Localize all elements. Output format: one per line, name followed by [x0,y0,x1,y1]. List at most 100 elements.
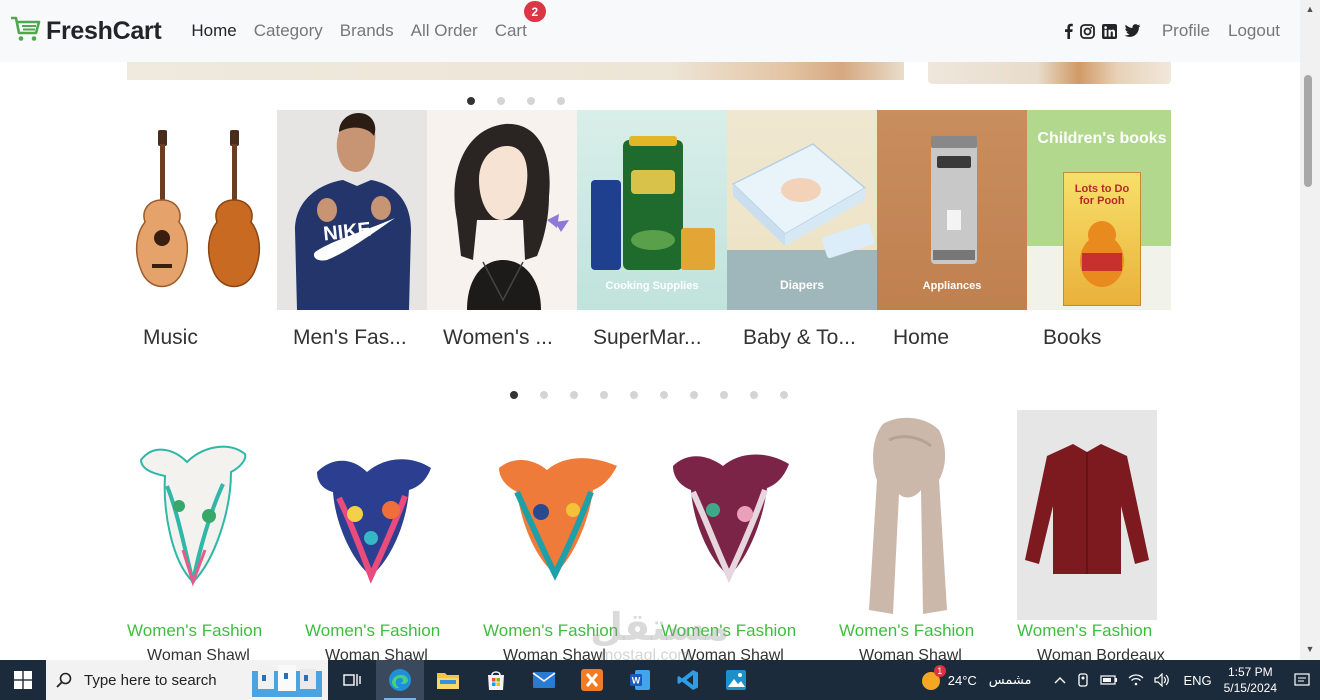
slider-dot[interactable] [510,391,518,399]
product-image [839,410,979,620]
meet-now-icon[interactable] [1076,673,1090,687]
category-card[interactable]: NIKE Men's Fas... [277,110,427,350]
search-icon [56,672,72,688]
linkedin-icon[interactable] [1101,23,1117,39]
scroll-up-arrow-icon[interactable]: ▲ [1300,2,1320,16]
brand-logo[interactable]: FreshCart [10,15,162,48]
slider-dot[interactable] [570,391,578,399]
system-tray: 1 24°C مشمس ENG 1:57 PM 5/15/2024 [920,660,1320,700]
search-placeholder: Type here to search [84,671,217,689]
product-image [483,410,623,620]
category-image-guitar [127,110,277,310]
slider-dot[interactable] [527,97,535,105]
book-title: Lots to Do for Pooh [1074,183,1130,207]
cart-count-badge: 2 [523,1,546,22]
file-explorer-icon[interactable] [424,660,472,700]
product-card[interactable]: Women's Fashion Woman Shawl [127,410,267,660]
nav-brands[interactable]: Brands [340,19,394,43]
battery-icon[interactable] [1100,675,1118,685]
slider-dot[interactable] [720,391,728,399]
instagram-icon[interactable] [1079,23,1095,39]
social-links [1064,23,1141,39]
taskbar-clock[interactable]: 1:57 PM 5/15/2024 [1224,664,1277,696]
watermark-logo: مستقل [590,607,729,649]
chevron-up-icon[interactable] [1054,676,1066,684]
windows-start-icon[interactable] [0,660,46,700]
svg-text:W: W [632,676,641,686]
product-title: Woman Shawl [859,647,962,660]
category-image-nike-hoodie: NIKE [277,110,427,310]
category-card[interactable]: Cooking Supplies SuperMar... [577,110,727,350]
product-category: Women's Fashion [127,621,263,640]
product-title: Woman Shawl [325,647,428,660]
slider-dot[interactable] [660,391,668,399]
category-image-cooking-supplies: Cooking Supplies [577,110,727,310]
weather-widget[interactable]: 1 24°C مشمس [920,665,1031,691]
nav-home[interactable]: Home [191,19,236,43]
twitter-icon[interactable] [1124,24,1141,38]
nav-logout[interactable]: Logout [1228,19,1280,43]
slider-dot[interactable] [780,391,788,399]
category-card[interactable]: Music [127,110,277,350]
category-image-coffee-machine: Appliances [877,110,1027,310]
scroll-thumb[interactable] [1304,75,1312,187]
clock-date: 5/15/2024 [1223,681,1277,695]
notifications-icon[interactable] [1294,672,1310,688]
wifi-icon[interactable] [1128,674,1144,686]
cart-logo-icon [10,15,42,48]
xampp-icon[interactable] [568,660,616,700]
main-slider-dots [467,97,565,105]
nav-cart[interactable]: Cart 2 [494,1,546,43]
microsoft-store-icon[interactable] [472,660,520,700]
nav-profile[interactable]: Profile [1162,19,1210,43]
nav-category[interactable]: Category [254,19,323,43]
page-scrollbar[interactable]: ▲ ▼ [1300,0,1320,660]
weather-temp: 24°C [947,672,977,688]
nav-links: Home Category Brands All Order Cart 2 [191,1,546,43]
category-card[interactable]: Diapers Baby & To... [727,110,877,350]
slider-dot[interactable] [690,391,698,399]
category-image-childrens-book: Children's books Lots to Do for Pooh [1027,110,1171,310]
slider-dot[interactable] [497,97,505,105]
taskbar-search-input[interactable]: Type here to search [46,660,328,700]
product-image [661,410,801,620]
product-card[interactable]: Women's Fashion Woman Shawl [839,410,979,660]
category-name: Home [893,326,950,349]
product-card[interactable]: Women's Fashion Woman Bordeaux [1017,410,1165,660]
category-slider: Music NIKE Men's Fas... Women's ... Cook… [127,110,1171,360]
facebook-icon[interactable] [1064,23,1073,39]
slider-dot[interactable] [600,391,608,399]
weather-badge: 1 [933,665,946,677]
image-editor-icon[interactable] [712,660,760,700]
book-cover: Lots to Do for Pooh [1063,172,1141,306]
category-name: Baby & To... [743,326,856,349]
vscode-icon[interactable] [664,660,712,700]
windows-taskbar: Type here to search W 1 24°C مشمس ENG 1:… [0,660,1320,700]
language-indicator[interactable]: ENG [1183,673,1211,688]
slider-dot[interactable] [540,391,548,399]
word-icon[interactable]: W [616,660,664,700]
product-card[interactable]: Women's Fashion Woman Shawl [661,410,801,660]
slider-dot[interactable] [557,97,565,105]
slider-dot[interactable] [630,391,638,399]
category-card[interactable]: Women's ... [427,110,577,350]
product-image [1017,410,1157,620]
edge-browser-icon[interactable] [376,660,424,700]
scroll-down-arrow-icon[interactable]: ▼ [1300,642,1320,656]
category-image-caption: Children's books [1037,130,1167,147]
category-card[interactable]: Children's books Lots to Do for Pooh Boo… [1027,110,1171,350]
product-title: Woman Shawl [147,647,250,660]
task-view-icon[interactable] [328,660,376,700]
slider-dot[interactable] [467,97,475,105]
nav-all-order[interactable]: All Order [411,19,478,43]
slider-dot[interactable] [750,391,758,399]
category-name: SuperMar... [593,326,702,349]
nav-cart-label: Cart [494,21,527,40]
product-category: Women's Fashion [305,621,441,640]
product-card[interactable]: Women's Fashion Woman Shawl [305,410,445,660]
volume-icon[interactable] [1154,673,1170,687]
navbar: FreshCart Home Category Brands All Order… [0,0,1300,62]
product-card[interactable]: Women's Fashion Woman Shawl [483,410,623,660]
category-card[interactable]: Appliances Home [877,110,1027,350]
mail-icon[interactable] [520,660,568,700]
